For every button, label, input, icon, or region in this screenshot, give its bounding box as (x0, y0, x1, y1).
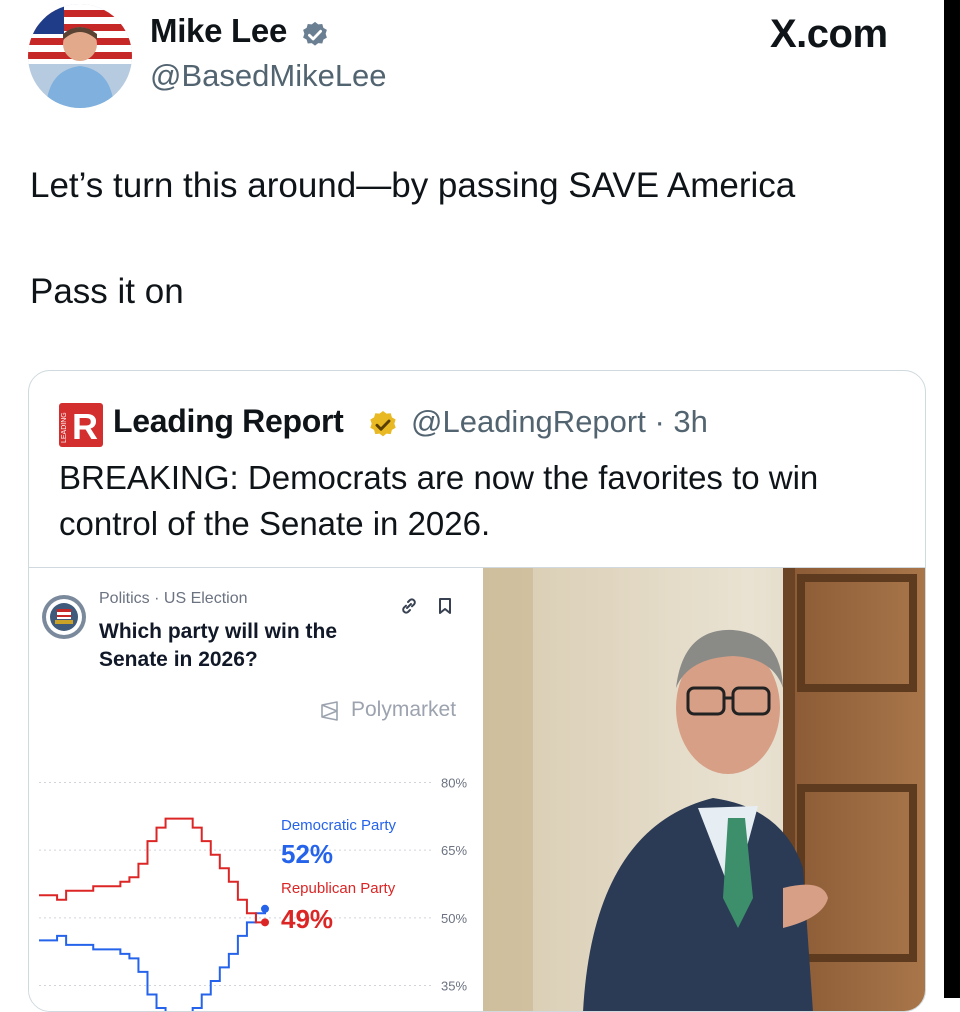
avatar[interactable] (28, 4, 132, 108)
polymarket-logo-icon (321, 701, 338, 721)
y-tick-label: 50% (441, 911, 467, 926)
brand-watermark: X.com (770, 12, 888, 56)
tweet-text-line: Pass it on (30, 272, 184, 311)
series-endpoint (261, 918, 269, 927)
series-value-label: 49% (281, 904, 333, 934)
author-name[interactable]: Mike Lee (150, 12, 287, 50)
series-line-democratic (39, 908, 266, 1011)
polymarket-panel[interactable]: Politics · US Election Which party will … (29, 568, 483, 1011)
market-breadcrumb[interactable]: Politics · US Election (99, 590, 248, 608)
screen-edge (944, 0, 960, 998)
photo-person-at-door (483, 568, 925, 1011)
y-tick-label: 35% (441, 978, 467, 993)
quoted-handle-time[interactable]: @LeadingReport · 3h (411, 404, 708, 440)
series-line-republican (39, 817, 265, 924)
series-value-label: 52% (281, 839, 333, 869)
gold-verified-badge-icon (370, 411, 396, 437)
quoted-text-line: BREAKING: Democrats are now the favorite… (59, 459, 819, 496)
leading-report-logo-icon: R LEADING (59, 403, 103, 447)
market-chart: 80% 65% 50% 35% Democratic Party 52% Republica… (39, 776, 467, 1011)
polymarket-wordmark: Polymarket (351, 698, 457, 721)
series-endpoint (261, 904, 269, 913)
author-handle[interactable]: @BasedMikeLee (150, 58, 387, 94)
svg-text:LEADING: LEADING (61, 412, 68, 443)
y-tick-label: 65% (441, 843, 467, 858)
senate-seal-icon (42, 595, 86, 639)
y-tick-label: 80% (441, 776, 467, 791)
link-icon[interactable] (399, 596, 419, 616)
quoted-media[interactable]: Politics · US Election Which party will … (29, 567, 925, 1011)
quoted-author-name[interactable]: Leading Report (113, 403, 344, 440)
series-name-label: Republican Party (281, 880, 396, 897)
tweet-text-line: Let’s turn this around—by passing SAVE A… (30, 166, 796, 205)
market-question: Which party will win the Senate in 2026? (99, 620, 338, 671)
quoted-post-card[interactable]: R LEADING Leading Report @LeadingReport … (28, 370, 926, 1012)
bookmark-icon[interactable] (435, 596, 455, 616)
quoted-text-line: control of the Senate in 2026. (59, 505, 491, 542)
verified-badge-icon (303, 21, 327, 46)
market-actions (399, 596, 455, 621)
series-name-label: Democratic Party (281, 817, 397, 834)
svg-text:R: R (72, 406, 98, 447)
